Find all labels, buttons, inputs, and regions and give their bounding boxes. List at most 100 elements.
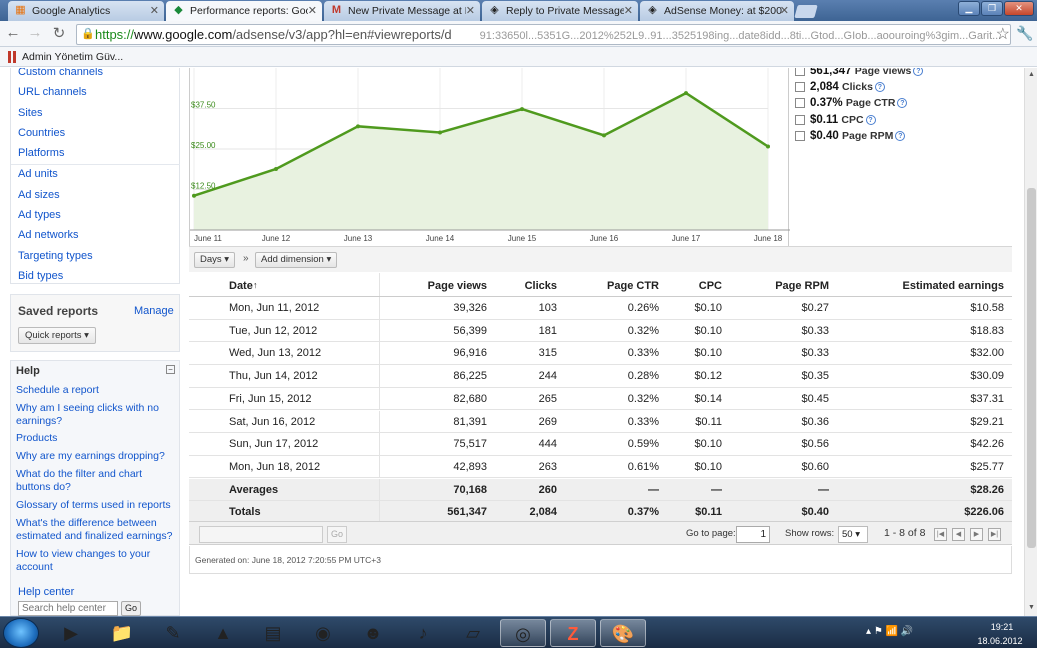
forward-icon[interactable]: → [26,24,44,41]
help-center-link[interactable]: Help center [18,586,74,598]
metric-checkbox[interactable] [795,98,805,108]
help-link-view-changes[interactable]: How to view changes to your account [16,548,174,574]
last-page-icon[interactable]: ▶| [988,528,1001,541]
app-icon[interactable]: ♪ [400,619,446,647]
tab-performance-reports[interactable]: ◆ Performance reports: Googl ✕ [166,1,322,22]
help-icon[interactable]: ? [874,82,885,92]
volume-icon[interactable]: 🔊 [901,626,913,637]
data-point[interactable] [438,130,442,135]
maximize-button[interactable]: ❐ [981,1,1003,16]
sidebar-link-ad-sizes[interactable]: Ad sizes [18,189,60,201]
column-header[interactable]: Clicks [525,280,557,292]
sidebar-link-ad-units[interactable]: Ad units [18,168,58,180]
sidebar-link-countries[interactable]: Countries [18,127,65,139]
export-input[interactable] [199,526,323,543]
data-point[interactable] [684,91,688,96]
metric-checkbox[interactable] [795,82,805,92]
help-link-estimated-finalized[interactable]: What's the difference between estimated … [16,517,174,543]
paint-tool-icon[interactable]: ✎ [150,619,196,647]
help-icon[interactable]: ? [913,68,924,76]
help-link-schedule[interactable]: Schedule a report [16,384,174,397]
data-point[interactable] [520,107,524,112]
close-tab-icon[interactable]: ✕ [308,4,317,17]
help-icon[interactable]: ? [865,115,876,125]
rows-per-page-select[interactable]: 50 ▾ [838,526,868,543]
add-dimension-dropdown[interactable]: Add dimension ▾ [255,252,338,268]
flag-icon[interactable]: ⚑ [874,626,883,637]
tool-icon[interactable]: ▤ [250,619,296,647]
sidebar-link-bid-types[interactable]: Bid types [18,270,63,282]
column-header[interactable]: CPC [699,280,722,292]
quick-reports-dropdown[interactable]: Quick reports ▾ [18,327,96,344]
help-link-products[interactable]: Products [16,432,174,445]
qq-icon[interactable]: ☻ [350,619,396,647]
close-tab-icon[interactable]: ✕ [466,4,475,17]
sidebar-link-targeting-types[interactable]: Targeting types [18,250,93,262]
scroll-up-icon[interactable]: ▲ [1028,71,1035,78]
sidebar-link-ad-networks[interactable]: Ad networks [18,229,79,241]
chrome-icon[interactable]: ◎ [500,619,546,647]
start-button[interactable] [3,618,39,648]
days-dropdown[interactable]: Days ▾ [194,252,236,268]
scroll-down-icon[interactable]: ▼ [1028,604,1035,611]
system-tray[interactable]: ▴ ⚑ 📶 🔊 [866,626,913,637]
reload-icon[interactable]: ↻ [50,24,68,42]
media-player-icon[interactable]: ▶ [48,619,94,647]
column-header[interactable]: Date [229,280,253,292]
help-go-button[interactable]: Go [121,601,141,616]
first-page-icon[interactable]: |◀ [934,528,947,541]
help-link-earnings-dropping[interactable]: Why are my earnings dropping? [16,450,174,463]
vlc-icon[interactable]: ▲ [200,619,246,647]
close-tab-icon[interactable]: ✕ [150,4,159,17]
help-search-input[interactable] [18,601,118,616]
new-tab-button[interactable] [794,5,818,18]
collapse-icon[interactable]: − [166,365,175,374]
tab-adsense-money[interactable]: ◈ AdSense Money: at $200 a c ✕ [640,1,794,21]
help-link-clicks-no-earnings[interactable]: Why am I seeing clicks with no earnings? [16,402,174,428]
bookmark-item[interactable]: Admin Yönetim Güv... [22,51,123,63]
export-go-button[interactable]: Go [327,526,347,543]
back-icon[interactable]: ← [4,24,22,41]
file-explorer-icon[interactable]: 📁 [99,619,145,647]
minimize-button[interactable]: ▁ [958,1,980,16]
close-tab-icon[interactable]: ✕ [780,4,789,17]
close-tab-icon[interactable]: ✕ [624,4,633,17]
next-page-icon[interactable]: ▶ [970,528,983,541]
column-header[interactable]: Page views [428,280,487,292]
paint-icon[interactable]: 🎨 [600,619,646,647]
column-header[interactable]: Page RPM [775,280,829,292]
help-link-glossary[interactable]: Glossary of terms used in reports [16,499,174,512]
data-point[interactable] [602,133,606,138]
tab-google-analytics[interactable]: ▦ Google Analytics ✕ [8,1,164,21]
page-scrollbar[interactable]: ▲ ▼ [1024,68,1037,616]
tab-private-message[interactable]: M New Private Message at Dig ✕ [324,1,480,21]
wrench-icon[interactable]: 🔧 [1016,25,1033,42]
data-point[interactable] [766,144,770,149]
tab-reply-message[interactable]: ◈ Reply to Private Message - I ✕ [482,1,638,21]
sidebar-link-platforms[interactable]: Platforms [18,147,64,159]
metric-checkbox[interactable] [795,131,805,141]
column-header[interactable]: Estimated earnings [903,280,1004,292]
help-link-filter-chart[interactable]: What do the filter and chart buttons do? [16,468,174,494]
address-bar[interactable]: 🔒 https://www.google.com/adsense/v3/app?… [76,24,1011,45]
prev-page-icon[interactable]: ◀ [952,528,965,541]
sidebar-link-ad-types[interactable]: Ad types [18,209,61,221]
manage-link[interactable]: Manage [134,305,174,317]
star-icon[interactable]: ☆ [996,25,1010,44]
metric-checkbox[interactable] [795,115,805,125]
data-point[interactable] [274,166,278,171]
metric-checkbox[interactable] [795,68,805,76]
firefox-icon[interactable]: ◉ [300,619,346,647]
filezilla-icon[interactable]: Z [550,619,596,647]
help-icon[interactable]: ? [895,131,906,141]
network-icon[interactable]: 📶 [886,626,898,637]
column-header[interactable]: Page CTR [607,280,659,292]
clock-date[interactable]: 18.06.2012 [972,636,1028,646]
sidebar-link-url-channels[interactable]: URL channels [18,86,87,98]
clock-time[interactable]: 19:21 [982,622,1022,632]
sidebar-link-sites[interactable]: Sites [18,107,42,119]
help-icon[interactable]: ? [897,98,908,108]
data-point[interactable] [356,124,360,129]
scroll-thumb[interactable] [1027,188,1036,548]
tray-expand-icon[interactable]: ▴ [866,626,871,637]
